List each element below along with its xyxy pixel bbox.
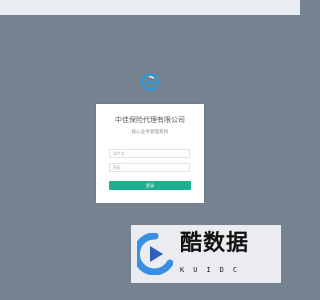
password-placeholder: 密码 (113, 165, 121, 170)
watermark-text: 酷数据 (180, 231, 250, 256)
password-input[interactable]: 密码 (109, 163, 190, 172)
login-button[interactable]: 登录 (109, 181, 191, 190)
company-name: 中佳保险代理有限公司 (115, 116, 185, 124)
play-logo-icon (137, 233, 173, 275)
watermark: 酷数据 KUIDC (131, 225, 281, 283)
login-card: 中佳保险代理有限公司 核心业务管理系统 用户名 密码 登录 (96, 104, 204, 203)
watermark-subtext: KUIDC (180, 266, 247, 274)
brand-e-logo-icon (141, 73, 159, 91)
top-bar (0, 0, 300, 15)
username-placeholder: 用户名 (113, 151, 125, 156)
login-button-label: 登录 (145, 183, 155, 188)
system-name: 核心业务管理系统 (131, 130, 169, 135)
username-input[interactable]: 用户名 (109, 149, 190, 158)
